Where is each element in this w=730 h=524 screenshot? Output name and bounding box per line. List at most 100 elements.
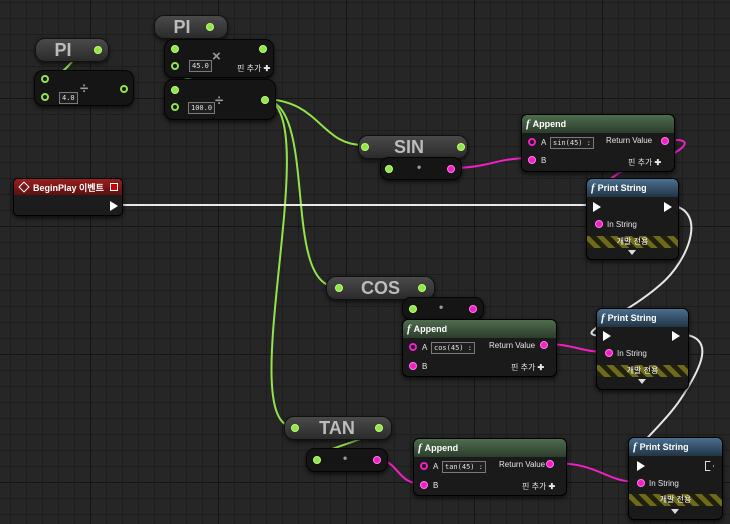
append-a-value-field[interactable]: tan(45) : <box>442 461 486 473</box>
append-return-pin[interactable] <box>661 137 669 145</box>
append-node-tan[interactable]: f Append A tan(45) : B Return Value 핀 추가 … <box>413 438 567 496</box>
append-b-pin[interactable] <box>528 156 536 164</box>
print-exec-input-pin[interactable] <box>637 461 645 471</box>
divide-node-2[interactable]: 100.0 ÷ <box>164 79 276 120</box>
development-only-banner: 개발 전용 <box>629 494 722 506</box>
append-a-value-field[interactable]: cos(45) : <box>431 342 475 354</box>
cos-dot-input-pin[interactable] <box>409 305 417 313</box>
print-exec-output-pin[interactable] <box>664 202 672 212</box>
append-a-pin[interactable] <box>420 462 428 470</box>
wire-sindot-append <box>449 157 532 169</box>
cos-dot-symbol: • <box>439 300 444 314</box>
multiply-node[interactable]: 45.0 × 핀 추가 ✚ <box>164 39 274 78</box>
append-b-pin[interactable] <box>409 362 417 370</box>
append-a-label: A <box>541 138 547 147</box>
tan-dot-input-pin[interactable] <box>313 456 321 464</box>
print-exec-input-pin[interactable] <box>603 331 611 341</box>
print-in-string-label: In String <box>649 479 679 488</box>
append-return-pin[interactable] <box>540 341 548 349</box>
divide-input-value-field[interactable]: 4.0 <box>59 92 78 104</box>
pi-variable-node-2[interactable]: PI <box>154 15 228 39</box>
divide2-input-value-field[interactable]: 100.0 <box>188 102 216 114</box>
add-pin-label: 핀 추가 <box>522 482 547 491</box>
print-exec-output-pin[interactable] <box>705 461 714 471</box>
sin-dot-output-pin[interactable] <box>447 165 455 173</box>
wire-divide-tan <box>261 98 295 428</box>
function-icon: f <box>601 312 605 324</box>
divide-input-b-pin[interactable] <box>41 93 49 101</box>
print-string-node-1[interactable]: f Print String In String 개발 전용 <box>586 178 679 260</box>
multiply-input-b-pin[interactable] <box>171 62 179 70</box>
pi-variable-label-2: PI <box>173 16 191 37</box>
append-add-pin-button[interactable]: 핀 추가 ✚ <box>628 157 661 168</box>
print-in-string-pin[interactable] <box>595 220 603 228</box>
print-string-node-3[interactable]: f Print String In String 개발 전용 <box>628 437 723 520</box>
print-exec-output-pin[interactable] <box>672 331 680 341</box>
event-delegate-pin[interactable] <box>110 183 118 191</box>
append-title: Append <box>532 119 567 129</box>
pi-variable-node[interactable]: PI <box>35 38 109 62</box>
cos-output-pin[interactable] <box>418 284 426 292</box>
divide2-input-b-pin[interactable] <box>171 103 179 111</box>
divide2-symbol: ÷ <box>215 92 224 109</box>
function-icon: f <box>407 323 411 335</box>
divide-output-pin[interactable] <box>120 85 128 93</box>
function-icon: f <box>591 182 595 194</box>
append-return-label: Return Value <box>499 460 546 469</box>
cos-dot-node[interactable]: • <box>402 297 484 320</box>
expand-chevron-icon[interactable] <box>628 250 636 255</box>
print-exec-input-pin[interactable] <box>593 202 601 212</box>
append-return-pin[interactable] <box>546 460 554 468</box>
print-in-string-pin[interactable] <box>637 479 645 487</box>
append-a-label: A <box>433 462 439 471</box>
print-title: Print String <box>639 442 689 452</box>
expand-chevron-icon[interactable] <box>638 379 646 384</box>
print-in-string-pin[interactable] <box>605 349 613 357</box>
tan-input-pin[interactable] <box>291 424 299 432</box>
append-add-pin-button[interactable]: 핀 추가 ✚ <box>522 481 555 492</box>
divide-input-a-pin[interactable] <box>41 75 49 83</box>
sin-dot-node[interactable]: • <box>380 157 462 180</box>
tan-dot-output-pin[interactable] <box>373 456 381 464</box>
append-a-label: A <box>422 343 428 352</box>
append-return-label: Return Value <box>489 341 536 350</box>
multiply-output-pin[interactable] <box>259 45 267 53</box>
append-b-pin[interactable] <box>420 481 428 489</box>
append-a-pin[interactable] <box>409 343 417 351</box>
tan-dot-symbol: • <box>343 451 348 465</box>
sin-dot-input-pin[interactable] <box>385 165 393 173</box>
append-add-pin-button[interactable]: 핀 추가 ✚ <box>511 362 544 373</box>
sin-node[interactable]: SIN <box>358 135 468 159</box>
cos-dot-output-pin[interactable] <box>469 305 477 313</box>
multiply-input-value-field[interactable]: 45.0 <box>189 60 212 72</box>
pi-output-pin[interactable] <box>94 46 102 54</box>
sin-output-pin[interactable] <box>457 143 465 151</box>
divide2-output-pin[interactable] <box>261 96 269 104</box>
append-a-value-field[interactable]: sin(45) : <box>550 137 594 149</box>
tan-node[interactable]: TAN <box>284 416 392 440</box>
multiply-add-pin-button[interactable]: 핀 추가 ✚ <box>237 63 270 74</box>
append-title: Append <box>424 443 459 453</box>
multiply-input-a-pin[interactable] <box>171 45 179 53</box>
expand-chevron-icon[interactable] <box>671 509 679 514</box>
append-node-sin[interactable]: f Append A sin(45) : B Return Value 핀 추가 … <box>521 114 675 172</box>
print-in-string-label: In String <box>617 349 647 358</box>
append-node-cos[interactable]: f Append A cos(45) : B Return Value 핀 추가 … <box>402 319 557 377</box>
tan-dot-node[interactable]: • <box>306 448 388 472</box>
cos-input-pin[interactable] <box>335 284 343 292</box>
beginplay-event-node[interactable]: BeginPlay 이벤트 <box>13 178 123 216</box>
plus-icon: ✚ <box>263 64 271 73</box>
divide2-input-a-pin[interactable] <box>171 86 179 94</box>
sin-input-pin[interactable] <box>361 143 369 151</box>
pi-output-pin-2[interactable] <box>206 23 214 31</box>
divide-symbol: ÷ <box>80 80 89 97</box>
function-icon: f <box>418 442 422 454</box>
divide-node-1[interactable]: 4.0 ÷ <box>34 70 134 106</box>
tan-output-pin[interactable] <box>375 424 383 432</box>
print-string-node-2[interactable]: f Print String In String 개발 전용 <box>596 308 689 390</box>
append-b-label: B <box>541 156 547 165</box>
event-diamond-icon <box>18 181 30 193</box>
event-exec-output-pin[interactable] <box>110 201 118 211</box>
sin-label: SIN <box>393 136 424 157</box>
append-a-pin[interactable] <box>528 138 536 146</box>
